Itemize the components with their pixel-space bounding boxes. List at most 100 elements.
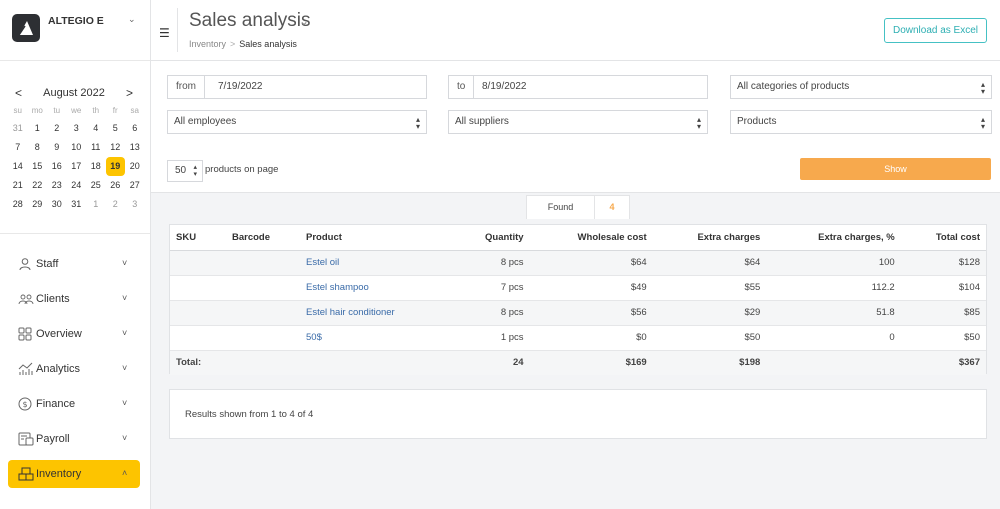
- chevron-down-icon: ˅: [122, 433, 128, 443]
- calendar-day[interactable]: 23: [47, 176, 67, 195]
- chevron-down-icon: ˅: [122, 258, 128, 268]
- boxes-icon: [18, 467, 34, 481]
- calendar-day[interactable]: 19: [105, 157, 125, 176]
- table-cell: 7 pcs: [452, 275, 530, 301]
- date-to-label: to: [449, 76, 475, 98]
- calendar-day[interactable]: 9: [47, 138, 67, 157]
- sidebar-item-analytics[interactable]: Analytics ˅: [0, 351, 150, 386]
- calendar-day[interactable]: 18: [86, 157, 106, 176]
- calendar-day[interactable]: 26: [106, 176, 126, 195]
- table-cell: 0: [766, 325, 901, 351]
- calendar-day[interactable]: 7: [8, 138, 28, 157]
- table-cell: $56: [529, 300, 653, 326]
- calendar-day[interactable]: 3: [125, 195, 145, 214]
- column-header[interactable]: Extra charges, %: [766, 225, 901, 251]
- calendar-day[interactable]: 17: [67, 157, 87, 176]
- column-header[interactable]: Product: [300, 225, 453, 251]
- calendar-day[interactable]: 4: [86, 119, 106, 138]
- found-label: Found: [527, 196, 595, 219]
- breadcrumb: Inventory > Sales analysis: [189, 39, 297, 49]
- menu-toggle-icon[interactable]: ☰: [159, 26, 170, 40]
- sidebar-item-label: Inventory: [36, 468, 82, 480]
- sidebar-item-inventory[interactable]: Inventory ˄: [8, 460, 140, 488]
- table-cell: $55: [652, 275, 767, 301]
- column-header[interactable]: Barcode: [226, 225, 300, 251]
- calendar-day[interactable]: 1: [86, 195, 106, 214]
- calendar-day[interactable]: 27: [125, 176, 145, 195]
- column-header[interactable]: Wholesale cost: [529, 225, 653, 251]
- calendar-day[interactable]: 20: [125, 157, 145, 176]
- table-cell: [170, 325, 226, 351]
- employees-select[interactable]: All employees ▴ ▾: [167, 110, 427, 134]
- total-cell: [766, 350, 901, 375]
- weekday-label: tu: [53, 106, 61, 115]
- page-title[interactable]: Sales analysis: [189, 10, 310, 32]
- product-link[interactable]: Estel shampoo: [300, 275, 453, 301]
- calendar-day[interactable]: 2: [47, 119, 67, 138]
- altegio-logo: [12, 14, 40, 42]
- total-cell: $198: [652, 350, 767, 375]
- sidebar-item-payroll[interactable]: Payroll ˅: [0, 421, 150, 456]
- calendar-day[interactable]: 8: [28, 138, 48, 157]
- product-link[interactable]: Estel hair conditioner: [300, 300, 453, 326]
- calendar-day[interactable]: 31: [8, 119, 28, 138]
- calendar-day[interactable]: 2: [106, 195, 126, 214]
- suppliers-select[interactable]: All suppliers ▴ ▾: [448, 110, 708, 134]
- results-summary: Results shown from 1 to 4 of 4: [169, 389, 987, 439]
- calendar-day[interactable]: 12: [106, 138, 126, 157]
- table-row: Estel hair conditioner 8 pcs $56 $29 51.8 $85: [170, 300, 986, 326]
- select-arrows-icon: ▴ ▾: [696, 115, 701, 131]
- calendar-day[interactable]: 16: [47, 157, 67, 176]
- sidebar-item-overview[interactable]: Overview ˅: [0, 316, 150, 351]
- per-page-value: 50: [175, 165, 187, 176]
- chevron-down-icon[interactable]: ⌄: [128, 14, 136, 25]
- breadcrumb-parent[interactable]: Inventory: [189, 39, 226, 49]
- sidebar-item-clients[interactable]: Clients ˅: [0, 281, 150, 316]
- date-from-field[interactable]: from 7/19/2022: [167, 75, 427, 99]
- calendar-day[interactable]: 15: [28, 157, 48, 176]
- category-select[interactable]: All categories of products ▴ ▾: [730, 75, 992, 99]
- table-row: Estel oil 8 pcs $64 $64 100 $128: [170, 250, 986, 276]
- payroll-icon: [18, 432, 34, 446]
- sidebar-item-label: Analytics: [36, 362, 81, 375]
- chevron-down-icon[interactable]: ⌄: [299, 14, 309, 28]
- calendar-day[interactable]: 10: [67, 138, 87, 157]
- column-header[interactable]: Extra charges: [652, 225, 767, 251]
- column-header[interactable]: SKU: [170, 225, 226, 251]
- table-cell: [226, 300, 300, 326]
- calendar-day[interactable]: 14: [8, 157, 28, 176]
- calendar-day[interactable]: 22: [28, 176, 48, 195]
- divider: [177, 8, 178, 52]
- next-month-button[interactable]: >: [126, 86, 133, 100]
- calendar-day[interactable]: 30: [47, 195, 67, 214]
- calendar-day[interactable]: 24: [67, 176, 87, 195]
- calendar-day[interactable]: 1: [28, 119, 48, 138]
- calendar-day[interactable]: 28: [8, 195, 28, 214]
- sidebar-item-finance[interactable]: $ Finance ˅: [0, 386, 150, 421]
- calendar-day[interactable]: 13: [125, 138, 145, 157]
- calendar-day[interactable]: 5: [106, 119, 126, 138]
- product-link[interactable]: 50$: [300, 325, 453, 351]
- select-arrows-icon: ▴ ▾: [193, 164, 197, 178]
- per-page-select[interactable]: 50 ▴ ▾: [167, 160, 203, 182]
- product-type-select[interactable]: Products ▴ ▾: [730, 110, 992, 134]
- brand-switcher[interactable]: ALTEGIO E ⌄: [0, 0, 150, 61]
- prev-month-button[interactable]: <: [15, 86, 22, 100]
- calendar-day[interactable]: 11: [86, 138, 106, 157]
- calendar-day[interactable]: 21: [8, 176, 28, 195]
- calendar-day[interactable]: 29: [28, 195, 48, 214]
- column-header[interactable]: Total cost: [900, 225, 986, 251]
- calendar-day[interactable]: 6: [125, 119, 145, 138]
- sidebar-item-staff[interactable]: Staff ˅: [0, 246, 150, 281]
- show-button[interactable]: Show: [800, 158, 991, 180]
- calendar-day[interactable]: 31: [67, 195, 87, 214]
- calendar-day[interactable]: 25: [86, 176, 106, 195]
- table-header-row: SKU Barcode Product Quantity Wholesale cost E…: [170, 225, 986, 251]
- calendar-day[interactable]: 3: [67, 119, 87, 138]
- download-excel-button[interactable]: Download as Excel: [884, 18, 987, 43]
- analytics-icon: [18, 362, 33, 376]
- column-header[interactable]: Quantity: [452, 225, 530, 251]
- date-to-field[interactable]: to 8/19/2022: [448, 75, 708, 99]
- weekday-label: mo: [31, 106, 43, 115]
- product-link[interactable]: Estel oil: [300, 250, 453, 276]
